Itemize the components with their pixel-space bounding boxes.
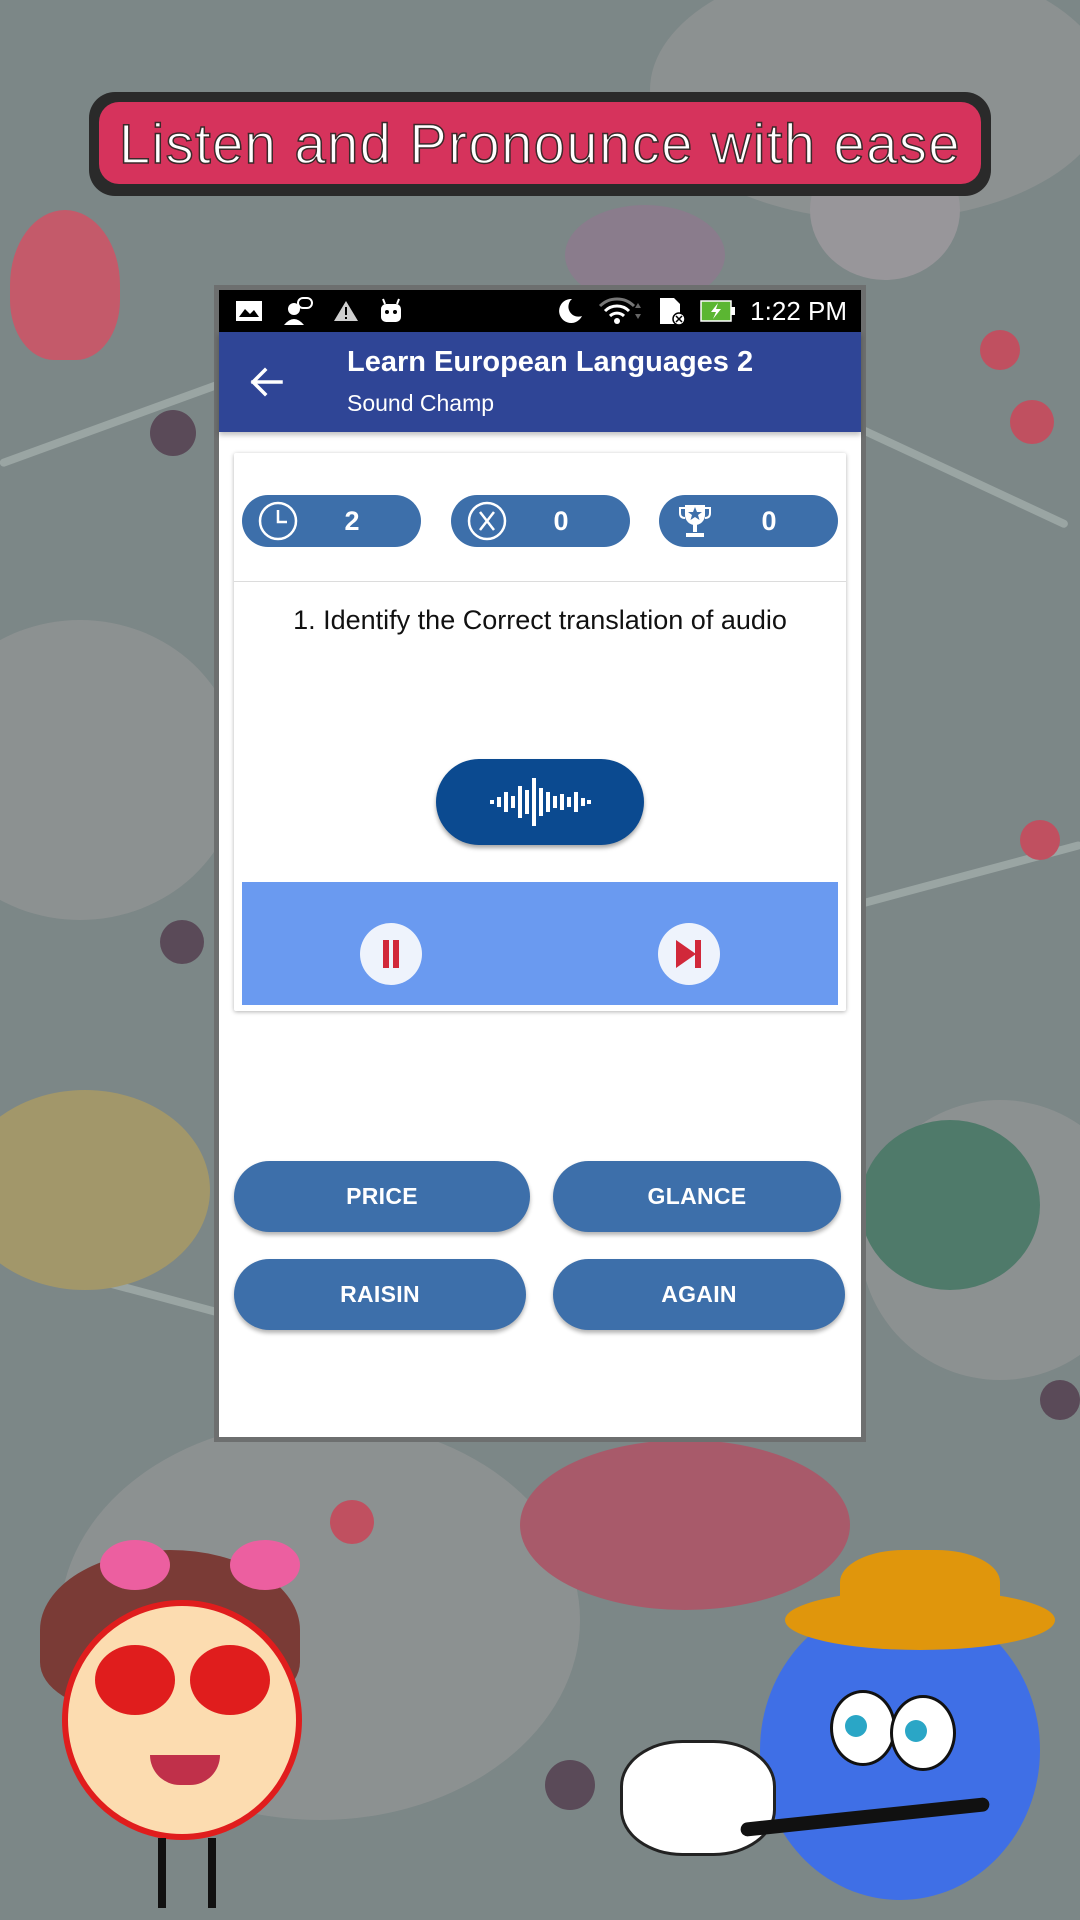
wifi-icon [599, 297, 642, 324]
question-text: 1. Identify the Correct translation of a… [293, 605, 787, 635]
score-value: 0 [761, 506, 777, 536]
skip-next-icon [676, 940, 701, 968]
flower [160, 920, 204, 964]
promo-banner-text: Listen and Pronounce with ease [118, 111, 961, 176]
flower [545, 1760, 595, 1810]
flower [980, 330, 1020, 370]
branch [0, 371, 246, 468]
promo-banner: Listen and Pronounce with ease [89, 92, 991, 196]
status-time: 1:22 PM [750, 295, 847, 326]
quiz-card: 2 0 0 1. Identify the Correct translatio… [234, 453, 846, 1011]
flower [150, 410, 196, 456]
flower [330, 1500, 374, 1544]
app-bar: Learn European Languages 2 Sound Champ [219, 332, 861, 432]
bird-illustration [860, 1120, 1040, 1290]
skip-next-button[interactable] [658, 923, 720, 985]
bird-illustration [10, 210, 120, 360]
do-not-disturb-moon-icon [559, 298, 583, 323]
back-arrow-icon[interactable] [247, 362, 287, 402]
image-icon [236, 301, 262, 321]
answer-option-4[interactable]: AGAIN [553, 1259, 845, 1330]
timer-stat: 2 [242, 495, 421, 547]
blue-ball-character [600, 1550, 1080, 1920]
status-bar: 1:22 PM [219, 290, 861, 332]
audio-player-bar [242, 882, 838, 1005]
phone-screen: 1:22 PM Learn European Languages 2 Sound… [214, 285, 866, 1442]
answer-option-2[interactable]: GLANCE [553, 1161, 841, 1232]
pause-icon [383, 940, 399, 968]
wrong-x-icon [467, 501, 507, 541]
app-subtitle: Sound Champ [347, 390, 495, 416]
timer-value: 2 [344, 506, 360, 536]
sound-wave-icon [490, 778, 591, 826]
pause-button[interactable] [360, 923, 422, 985]
divider [234, 581, 846, 582]
score-stat: 0 [659, 495, 838, 547]
bird-illustration [0, 1090, 210, 1290]
play-audio-button[interactable] [436, 759, 644, 845]
warning-icon [334, 301, 358, 321]
clock-icon [258, 501, 298, 541]
answer-option-1[interactable]: PRICE [234, 1161, 530, 1232]
cloud-shape [0, 620, 240, 920]
sd-card-error-icon [660, 298, 686, 326]
wrong-value: 0 [553, 506, 569, 536]
flower [1020, 820, 1060, 860]
android-icon [381, 298, 401, 322]
app-title: Learn European Languages 2 [347, 346, 754, 378]
wrong-stat: 0 [451, 495, 630, 547]
flower [1010, 400, 1054, 444]
battery-charging-icon [700, 300, 736, 322]
answer-option-3[interactable]: RAISIN [234, 1259, 526, 1330]
girl-character [40, 1540, 320, 1920]
promo-banner-body: Listen and Pronounce with ease [99, 102, 981, 184]
flower [1040, 1380, 1080, 1420]
chat-user-icon [284, 297, 313, 325]
trophy-icon [679, 505, 711, 537]
